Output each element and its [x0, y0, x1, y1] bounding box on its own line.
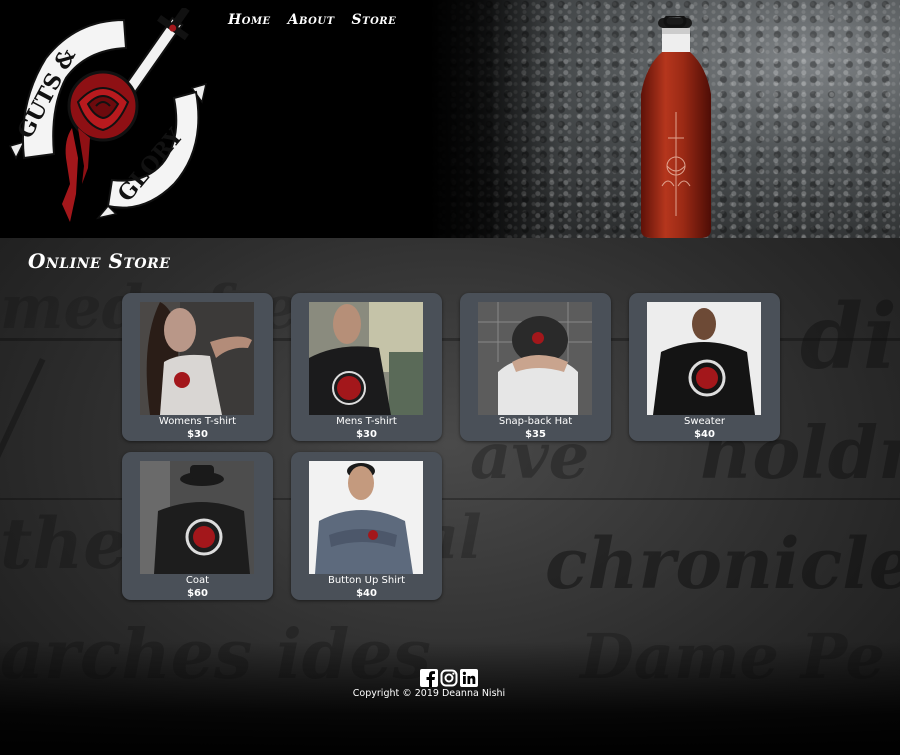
product-image [140, 461, 254, 574]
product-card-coat[interactable]: Coat $60 [122, 452, 273, 600]
social-links [420, 669, 478, 687]
product-price: $60 [187, 588, 208, 599]
facebook-icon[interactable] [420, 669, 438, 687]
nav-about[interactable]: About [288, 12, 335, 28]
product-name: Womens T-shirt [158, 416, 237, 427]
svg-text:chronicle: chronicle [545, 522, 900, 605]
product-price: $30 [356, 429, 377, 440]
page: GUTS & GLORY Home About Store di ave hol… [0, 0, 900, 755]
product-card-sweater[interactable]: Sweater $40 [629, 293, 780, 441]
product-price: $30 [187, 429, 208, 440]
product-price: $40 [356, 588, 377, 599]
copyright-text: Copyright © 2019 Deanna Nishi [352, 688, 506, 699]
instagram-icon[interactable] [440, 669, 458, 687]
product-card-button-up-shirt[interactable]: Button Up Shirt $40 [291, 452, 442, 600]
product-image [647, 302, 761, 415]
product-image [309, 302, 423, 415]
product-name: Coat [185, 575, 210, 586]
product-name: Snap-back Hat [498, 416, 573, 427]
hero-fade [430, 0, 560, 238]
main-nav: Home About Store [228, 12, 396, 28]
product-image [478, 302, 592, 415]
product-image [140, 302, 254, 415]
nav-store[interactable]: Store [352, 12, 397, 28]
product-image [309, 461, 423, 574]
product-card-womens-tshirt[interactable]: Womens T-shirt $30 [122, 293, 273, 441]
header: GUTS & GLORY Home About Store [0, 0, 900, 238]
page-title: Online Store [28, 249, 171, 273]
product-price: $40 [694, 429, 715, 440]
nav-home[interactable]: Home [228, 12, 271, 28]
product-card-mens-tshirt[interactable]: Mens T-shirt $30 [291, 293, 442, 441]
product-name: Mens T-shirt [336, 416, 397, 427]
product-name: Sweater [684, 416, 725, 427]
guts-and-glory-logo: GUTS & GLORY [8, 8, 208, 222]
svg-text:arches ides: arches ides [0, 615, 431, 695]
product-name: Button Up Shirt [327, 575, 406, 586]
product-card-snap-back-hat[interactable]: Snap-back Hat $35 [460, 293, 611, 441]
svg-text:Dame Pe: Dame Pe [578, 620, 885, 693]
svg-text:the: the [0, 502, 128, 585]
product-price: $35 [525, 429, 546, 440]
water-bottle-image [641, 16, 711, 238]
svg-text:di: di [800, 284, 897, 390]
linkedin-icon[interactable] [460, 669, 478, 687]
